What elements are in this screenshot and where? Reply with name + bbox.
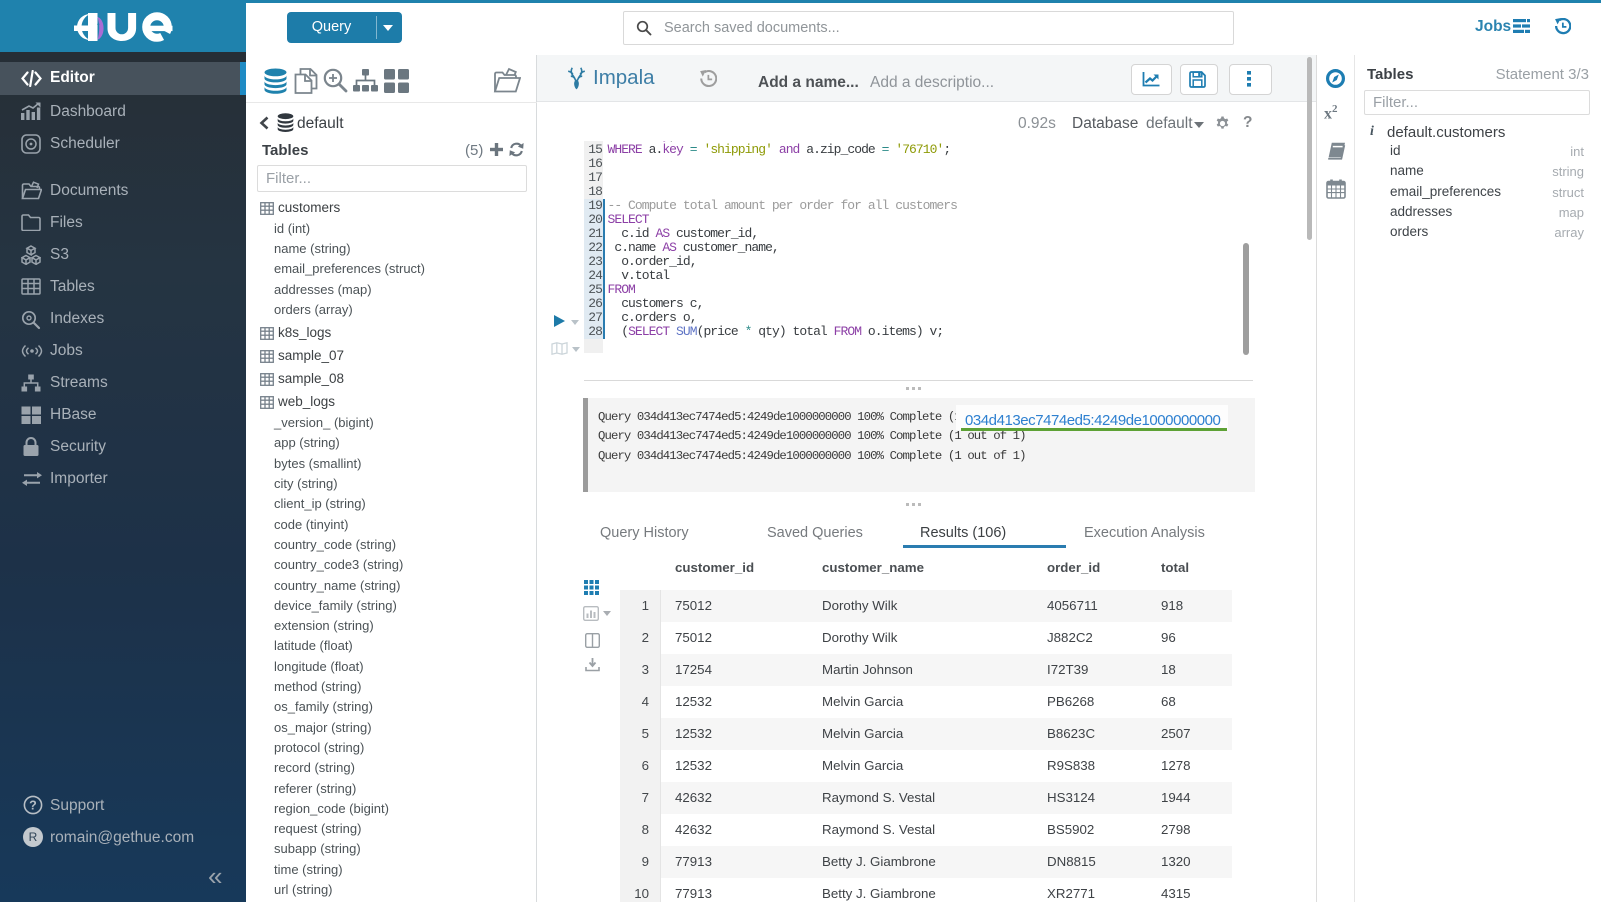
svg-text:?: ?: [29, 798, 37, 812]
